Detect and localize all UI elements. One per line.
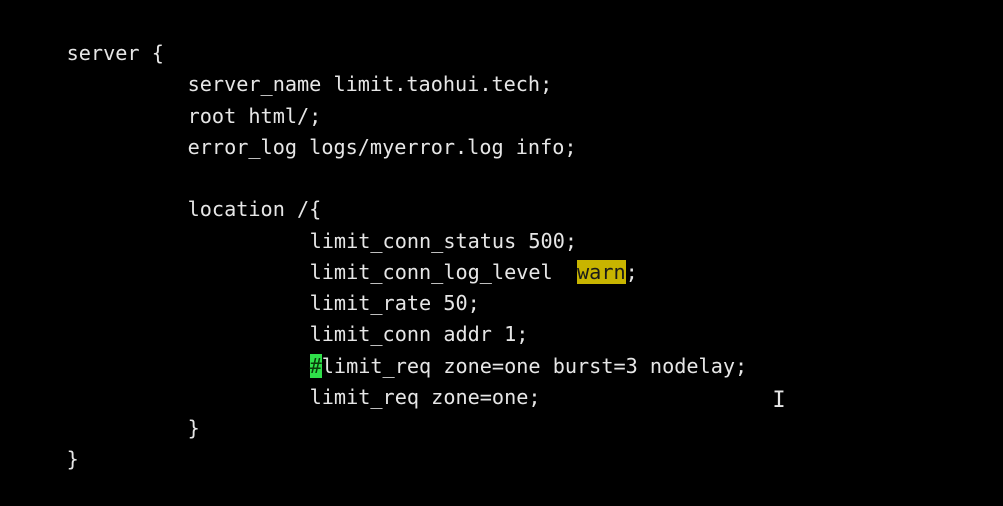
code-text: error_log logs/myerror.log info; bbox=[187, 135, 577, 159]
text-ibeam-icon: I bbox=[772, 388, 786, 413]
code-line-8: limit_conn_log_level warn; bbox=[261, 226, 638, 284]
code-line-6: location /{ bbox=[139, 163, 322, 221]
code-line-14: } bbox=[18, 413, 79, 471]
terminal-editor[interactable]: server { server_name limit.taohui.tech; … bbox=[0, 0, 1003, 471]
code-line-3: root html/; bbox=[139, 70, 322, 128]
search-highlight: warn bbox=[577, 260, 626, 284]
code-line-5-blank bbox=[139, 132, 188, 163]
code-line-2: server_name limit.taohui.tech; bbox=[139, 38, 553, 96]
code-line-1: server { bbox=[18, 7, 164, 65]
code-text: limit_req zone=one; bbox=[309, 385, 541, 409]
code-text: ; bbox=[625, 260, 638, 284]
code-line-11: #limit_req zone=one burst=3 nodelay; bbox=[261, 320, 747, 378]
code-line-7: limit_conn_status 500; bbox=[261, 195, 577, 253]
code-text: } bbox=[66, 447, 79, 471]
code-line-12: limit_req zone=one; bbox=[261, 351, 541, 409]
code-line-4: error_log logs/myerror.log info; bbox=[139, 101, 577, 159]
code-line-10: limit_conn addr 1; bbox=[261, 288, 529, 346]
code-line-13: } bbox=[139, 382, 200, 440]
code-line-9: limit_rate 50; bbox=[261, 257, 480, 315]
code-text: } bbox=[187, 416, 200, 440]
